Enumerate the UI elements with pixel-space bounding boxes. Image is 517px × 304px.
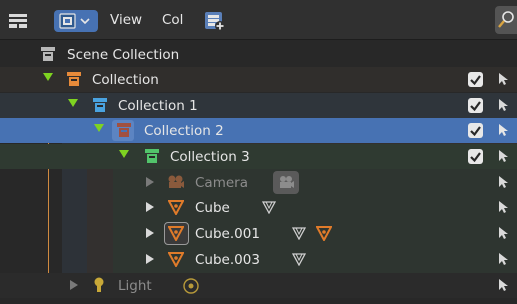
- view-menu[interactable]: View: [110, 12, 142, 28]
- collection-icon: [41, 47, 55, 61]
- select-cursor-icon[interactable]: [497, 278, 509, 292]
- mesh-icon: [168, 200, 184, 215]
- editor-type-button[interactable]: [8, 10, 32, 32]
- mesh-data-icon[interactable]: [262, 200, 276, 214]
- search-icon: [498, 11, 514, 28]
- tree-item-label: Collection 1: [118, 98, 198, 114]
- tree-row-cube[interactable]: Cube: [0, 195, 517, 220]
- expand-arrow-icon[interactable]: [68, 99, 78, 107]
- checkbox-icon[interactable]: [468, 98, 483, 113]
- new-collection-button[interactable]: [204, 10, 228, 32]
- checkbox-icon[interactable]: [468, 123, 483, 138]
- display-mode-dropdown[interactable]: [54, 10, 98, 32]
- mesh-icon: [168, 252, 184, 267]
- tree-row-collection[interactable]: Collection: [0, 67, 517, 92]
- tree-row-collection-3[interactable]: Collection 3: [0, 144, 517, 169]
- tree-row-scene-collection[interactable]: Scene Collection: [0, 42, 517, 67]
- mesh-icon[interactable]: [316, 225, 332, 241]
- mesh-data-icon[interactable]: [292, 226, 306, 240]
- expand-arrow-icon[interactable]: [43, 73, 53, 81]
- collection-icon: [67, 72, 81, 86]
- mesh-data-icon[interactable]: [292, 252, 306, 266]
- select-cursor-icon[interactable]: [497, 226, 509, 240]
- tree-row-light[interactable]: Light: [0, 273, 517, 298]
- expand-arrow-icon[interactable]: [119, 150, 129, 158]
- tree-item-label: Cube: [195, 200, 230, 216]
- outliner-header: View Col: [0, 0, 517, 40]
- display-mode-icon: [59, 13, 76, 29]
- camera-icon: [168, 175, 184, 188]
- tree-item-label: Light: [118, 278, 152, 294]
- expand-arrow-icon[interactable]: [146, 202, 154, 212]
- tree-row-collection-2[interactable]: Collection 2: [0, 118, 517, 143]
- expand-arrow-icon[interactable]: [70, 280, 78, 290]
- light-icon: [94, 277, 104, 292]
- tree-item-label: Collection 3: [170, 149, 250, 165]
- tree-item-label: Scene Collection: [67, 47, 180, 63]
- expand-arrow-icon[interactable]: [146, 177, 154, 187]
- collection-icon: [145, 149, 159, 163]
- expand-arrow-icon[interactable]: [94, 124, 104, 132]
- tree-row-cube-001[interactable]: Cube.001: [0, 221, 517, 246]
- chevron-down-icon: [80, 18, 90, 25]
- tree-row-collection-1[interactable]: Collection 1: [0, 93, 517, 118]
- select-cursor-icon[interactable]: [497, 123, 509, 137]
- checkbox-icon[interactable]: [468, 149, 483, 164]
- select-cursor-icon[interactable]: [497, 149, 509, 163]
- tree-item-label: Cube.003: [195, 252, 260, 268]
- checkbox-icon[interactable]: [468, 72, 483, 87]
- camera-data-icon: [280, 176, 294, 188]
- mesh-icon: [168, 226, 184, 241]
- collection-icon: [117, 123, 131, 137]
- select-cursor-icon[interactable]: [497, 72, 509, 86]
- select-cursor-icon[interactable]: [497, 200, 509, 214]
- new-collection-icon: [205, 12, 225, 31]
- expand-arrow-icon[interactable]: [146, 254, 154, 264]
- tree-item-label: Camera: [195, 175, 248, 191]
- select-cursor-icon[interactable]: [497, 175, 509, 189]
- outliner-tree: Scene Collection Collection Collection 1…: [0, 40, 517, 304]
- search-field[interactable]: [495, 6, 517, 34]
- light-data-icon[interactable]: [182, 277, 200, 295]
- tree-item-label: Collection 2: [144, 123, 224, 139]
- tree-item-label: Cube.001: [195, 226, 260, 242]
- tree-row-camera[interactable]: Camera: [0, 170, 517, 195]
- editor-type-icon: [9, 14, 27, 28]
- tree-item-label: Collection: [92, 72, 159, 88]
- select-cursor-icon[interactable]: [497, 98, 509, 112]
- tree-row-cube-003[interactable]: Cube.003: [0, 247, 517, 272]
- expand-arrow-icon[interactable]: [146, 228, 154, 238]
- camera-data-button[interactable]: [273, 171, 299, 194]
- select-cursor-icon[interactable]: [497, 252, 509, 266]
- collection-menu[interactable]: Col: [162, 12, 183, 28]
- collection-icon: [93, 98, 107, 112]
